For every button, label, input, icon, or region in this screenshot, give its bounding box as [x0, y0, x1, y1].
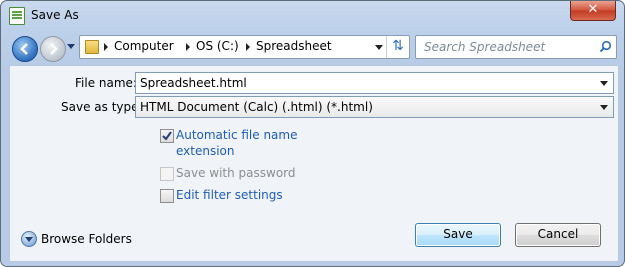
check-icon — [162, 131, 172, 141]
edit-filter-label[interactable]: Edit filter settings — [176, 188, 283, 202]
chevron-down-icon[interactable] — [600, 105, 608, 110]
folder-icon — [85, 40, 99, 54]
file-name-label: File name: — [75, 76, 137, 90]
recent-locations-chevron-down-icon[interactable] — [67, 44, 75, 49]
breadcrumb-arrow-icon[interactable] — [186, 43, 190, 51]
save-as-dialog: Save As ✕ Computer OS (C:) Spreadsheet ⇅… — [0, 0, 625, 267]
close-button[interactable]: ✕ — [570, 1, 616, 21]
breadcrumb-spreadsheet[interactable]: Spreadsheet — [256, 39, 332, 53]
back-button[interactable] — [12, 36, 38, 62]
search-icon[interactable] — [599, 40, 612, 53]
breadcrumb-arrow-icon[interactable] — [246, 43, 250, 51]
save-button[interactable]: Save — [415, 223, 501, 247]
auto-extension-label-line1[interactable]: Automatic file name — [176, 128, 297, 142]
spreadsheet-icon — [9, 7, 25, 25]
breadcrumb-arrow-icon[interactable] — [104, 43, 108, 51]
breadcrumb-drive[interactable]: OS (C:) — [196, 39, 239, 53]
chevron-down-icon[interactable] — [600, 81, 608, 86]
address-bar[interactable]: Computer OS (C:) Spreadsheet ⇅ — [79, 35, 410, 59]
save-as-type-select[interactable]: HTML Document (Calc) (.html) (*.html) — [135, 96, 614, 118]
browse-folders-link[interactable]: Browse Folders — [41, 232, 132, 246]
back-icon — [20, 43, 28, 55]
chevron-down-icon[interactable] — [21, 231, 37, 247]
edit-filter-checkbox[interactable] — [160, 189, 174, 203]
auto-extension-checkbox[interactable] — [160, 129, 174, 143]
forward-button[interactable] — [40, 36, 66, 62]
address-chevron-down-icon[interactable] — [371, 36, 387, 58]
save-password-checkbox[interactable] — [160, 167, 174, 181]
forward-icon — [50, 43, 58, 55]
refresh-icon[interactable]: ⇅ — [386, 36, 409, 58]
breadcrumb-computer[interactable]: Computer — [114, 39, 174, 53]
close-icon: ✕ — [587, 2, 599, 17]
save-as-type-label: Save as type: — [61, 100, 143, 114]
save-as-type-value: HTML Document (Calc) (.html) (*.html) — [140, 100, 373, 114]
save-password-label: Save with password — [176, 166, 296, 180]
file-name-field[interactable]: Spreadsheet.html — [135, 72, 614, 94]
search-input[interactable]: Search Spreadsheet — [415, 35, 617, 59]
window-title: Save As — [31, 8, 79, 22]
auto-extension-label-line2[interactable]: extension — [176, 144, 235, 158]
file-name-value: Spreadsheet.html — [140, 76, 247, 90]
title-bar: Save As ✕ — [1, 1, 624, 29]
dialog-body: File name: Spreadsheet.html Save as type… — [9, 65, 619, 262]
search-placeholder: Search Spreadsheet — [424, 40, 546, 54]
cancel-button[interactable]: Cancel — [515, 223, 601, 247]
